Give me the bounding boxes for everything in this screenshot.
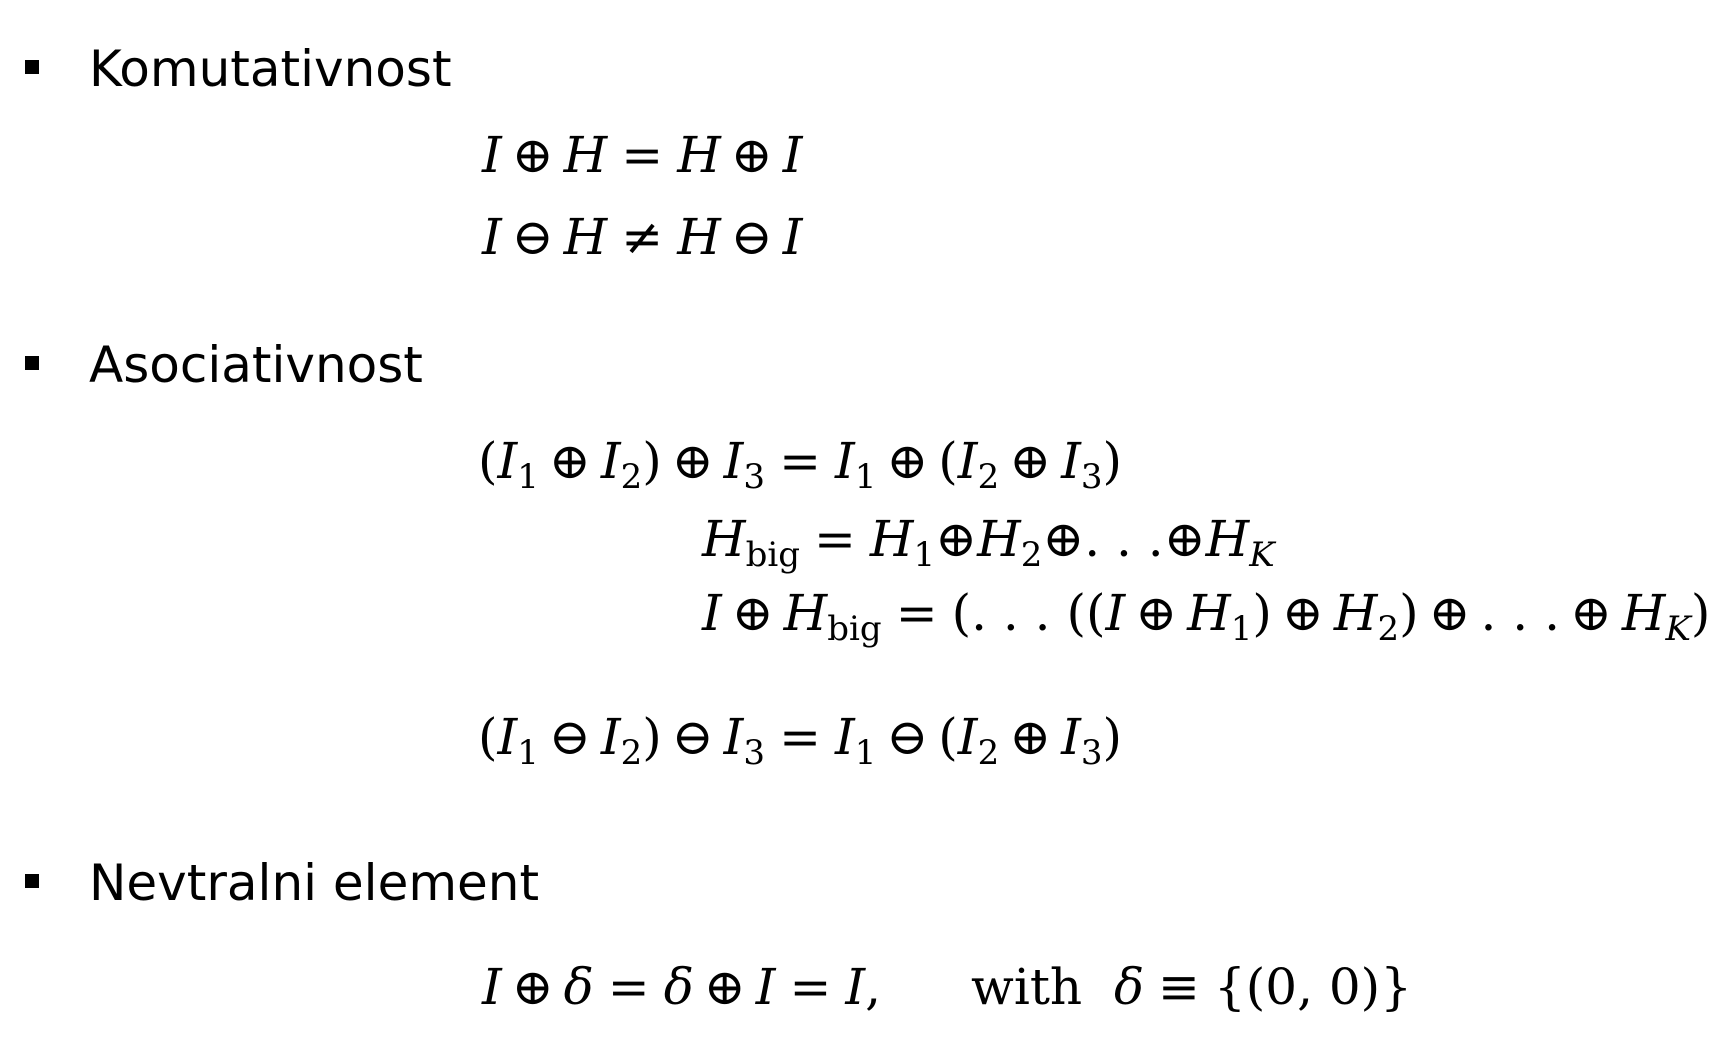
equation-neutral-element: I ⊕ δ = δ ⊕ I = I, with δ ≡ {(0, 0)}: [482, 958, 1412, 1016]
equation-commutative-sub: I ⊖ H ≠ H ⊖ I: [482, 208, 803, 266]
equation-commutative-add: I ⊕ H = H ⊕ I: [482, 126, 803, 184]
equation-associative-add: (I1 ⊕ I2) ⊕ I3 = I1 ⊕ (I2 ⊕ I3): [478, 432, 1123, 497]
with-word: with: [971, 958, 1083, 1016]
section-heading-nevtralni-element: Nevtralni element: [89, 854, 540, 912]
section-heading-asociativnost: Asociativnost: [89, 336, 423, 394]
bullet-icon: [25, 60, 39, 74]
equation-associative-sub: (I1 ⊖ I2) ⊖ I3 = I1 ⊖ (I2 ⊕ I3): [478, 708, 1123, 773]
bullet-icon: [25, 874, 39, 888]
equation-hbig-decomposition: I ⊕ Hbig = (. . . ((I ⊕ H1) ⊕ H2) ⊕. . . ⊕ HK): [702, 584, 1711, 649]
section-heading-komutativnost: Komutativnost: [89, 40, 452, 98]
big-subscript: big: [745, 535, 801, 575]
equation-hbig-definition: Hbig = H1⊕H2⊕. . .⊕HK: [702, 510, 1275, 575]
bullet-icon: [25, 356, 39, 370]
